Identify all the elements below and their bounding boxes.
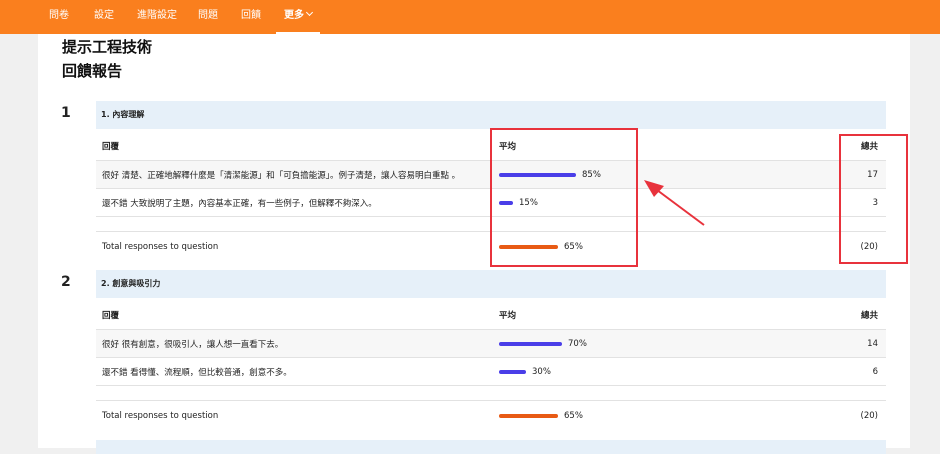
average-cell: 65%	[499, 232, 583, 261]
nav-item-settings[interactable]: 設定	[94, 0, 114, 34]
nav-item-advanced-settings[interactable]: 進階設定	[137, 0, 177, 34]
percent-bar	[499, 244, 558, 249]
nav-item-more[interactable]: 更多	[276, 0, 320, 34]
percent-bar	[499, 341, 562, 346]
chevron-down-icon	[305, 8, 314, 17]
response-label: 很好 清楚、正確地解釋什麼是「清潔能源」和「可負擔能源」。例子清楚，讓人容易明白…	[102, 170, 461, 181]
page-title: 提示工程技術	[62, 38, 153, 56]
average-cell: 70%	[499, 330, 587, 357]
table-spacer-row	[96, 385, 886, 400]
table-summary-row: Total responses to question 65% (20)	[96, 231, 886, 261]
next-question-header	[96, 440, 886, 454]
percent-bar	[499, 172, 576, 177]
table-summary-row: Total responses to question 65% (20)	[96, 400, 886, 430]
nav-more-label: 更多	[284, 10, 304, 21]
table-header-row: 回覆 平均 總共	[96, 301, 886, 329]
report-page: 提示工程技術 回饋報告 1 1. 內容理解 回覆 平均 總共 很好 清楚、正確地…	[38, 34, 910, 454]
table-row: 還不錯 大致說明了主題，內容基本正確，有一些例子，但解釋不夠深入。 15% 3	[96, 188, 886, 216]
response-label: 很好 很有創意，很吸引人，讓人想一直看下去。	[102, 339, 284, 350]
total-count: 6	[872, 366, 878, 377]
total-count: (20)	[860, 410, 878, 421]
average-cell: 85%	[499, 161, 601, 188]
percent-text: 15%	[519, 197, 538, 208]
column-header-average: 平均	[499, 142, 517, 152]
column-header-total: 總共	[860, 311, 878, 321]
percent-bar	[499, 369, 526, 374]
percent-text: 70%	[568, 338, 587, 349]
response-label: 還不錯 大致說明了主題，內容基本正確，有一些例子，但解釋不夠深入。	[102, 198, 377, 209]
total-count: 14	[867, 338, 878, 349]
percent-text: 85%	[582, 169, 601, 180]
total-count: 17	[867, 169, 878, 180]
average-cell: 65%	[499, 401, 583, 430]
table-spacer-row	[96, 216, 886, 231]
table-row: 很好 清楚、正確地解釋什麼是「清潔能源」和「可負擔能源」。例子清楚，讓人容易明白…	[96, 160, 886, 188]
percent-bar	[499, 200, 513, 205]
total-count: 3	[872, 197, 878, 208]
table-row: 還不錯 看得懂、流程順，但比較普通，創意不多。 30% 6	[96, 357, 886, 385]
question-title: 2. 創意與吸引力	[96, 270, 886, 298]
percent-text: 65%	[564, 241, 583, 252]
page-subtitle: 回饋報告	[62, 62, 123, 80]
percent-text: 65%	[564, 410, 583, 421]
nav-item-feedback[interactable]: 回饋	[241, 0, 261, 34]
top-navigation: 問卷 設定 進階設定 問題 回饋 更多	[0, 0, 940, 34]
total-count: (20)	[860, 241, 878, 252]
summary-label: Total responses to question	[102, 241, 219, 252]
column-header-average: 平均	[499, 311, 517, 321]
question-title: 1. 內容理解	[96, 101, 886, 129]
table-header-row: 回覆 平均 總共	[96, 132, 886, 160]
percent-text: 30%	[532, 366, 551, 377]
average-cell: 15%	[499, 189, 538, 216]
average-cell: 30%	[499, 358, 551, 385]
percent-bar	[499, 413, 558, 418]
question-number: 2	[61, 274, 71, 290]
nav-item-questions[interactable]: 問題	[198, 0, 218, 34]
column-header-total: 總共	[860, 142, 878, 152]
column-header-response: 回覆	[102, 311, 120, 321]
question-number: 1	[61, 105, 71, 121]
nav-item-survey[interactable]: 問卷	[49, 0, 69, 34]
response-label: 還不錯 看得懂、流程順，但比較普通，創意不多。	[102, 367, 292, 378]
summary-label: Total responses to question	[102, 410, 219, 421]
column-header-response: 回覆	[102, 142, 120, 152]
table-row: 很好 很有創意，很吸引人，讓人想一直看下去。 70% 14	[96, 329, 886, 357]
